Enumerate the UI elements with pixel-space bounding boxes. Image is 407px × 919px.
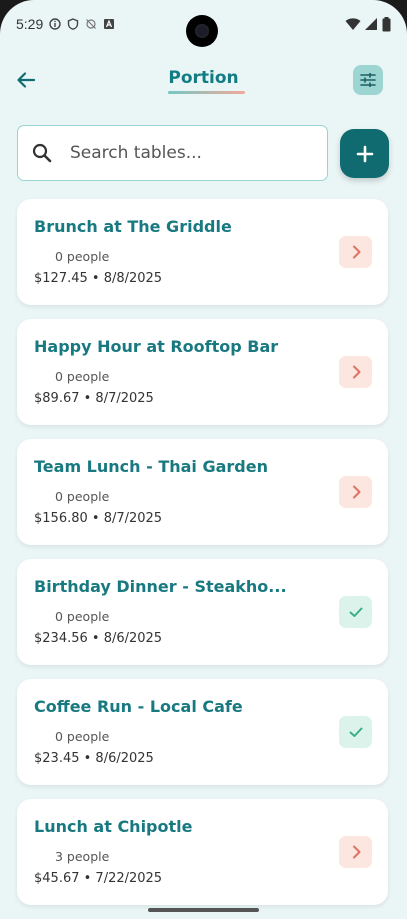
status-left: 5:29 bbox=[16, 16, 115, 32]
people-count: 0 people bbox=[55, 369, 110, 384]
table-amount-date: $234.56 • 8/6/2025 bbox=[34, 631, 163, 646]
table-amount-date: $89.67 • 8/7/2025 bbox=[34, 391, 154, 406]
table-card[interactable]: Team Lunch - Thai Garden 0 people $156.80 … bbox=[17, 439, 388, 545]
app-screen: 5:29 Portion Search tables... Brunch at … bbox=[0, 0, 407, 919]
settled-status-button[interactable] bbox=[339, 596, 372, 628]
app-header: Portion bbox=[0, 58, 407, 102]
info-icon bbox=[49, 18, 61, 30]
table-card[interactable]: Birthday Dinner - Steakho... 0 people $234… bbox=[17, 559, 388, 665]
chevron-right-icon bbox=[352, 245, 360, 259]
check-icon bbox=[349, 727, 362, 737]
plus-icon bbox=[356, 145, 373, 162]
sync-off-icon bbox=[86, 19, 97, 29]
sliders-icon bbox=[360, 73, 376, 87]
title-underline bbox=[168, 91, 245, 94]
table-amount-date: $45.67 • 7/22/2025 bbox=[34, 871, 163, 886]
table-amount-date: $127.45 • 8/8/2025 bbox=[34, 271, 163, 286]
settled-status-button[interactable] bbox=[339, 716, 372, 748]
people-count: 0 people bbox=[55, 249, 110, 264]
status-time: 5:29 bbox=[16, 16, 44, 32]
shield-icon bbox=[68, 18, 79, 30]
table-title: Birthday Dinner - Steakho... bbox=[34, 577, 287, 596]
home-indicator bbox=[148, 908, 259, 912]
battery-icon bbox=[382, 16, 391, 31]
table-card[interactable]: Happy Hour at Rooftop Bar 0 people $89.67 … bbox=[17, 319, 388, 425]
table-title: Happy Hour at Rooftop Bar bbox=[34, 337, 279, 356]
search-input[interactable] bbox=[70, 143, 300, 163]
table-list: Brunch at The Griddle 0 people $127.45 • 8… bbox=[17, 199, 388, 919]
table-card[interactable]: Brunch at The Griddle 0 people $127.45 • 8… bbox=[17, 199, 388, 305]
people-count: 0 people bbox=[55, 609, 110, 624]
page-title-text: Portion bbox=[168, 68, 239, 88]
table-title: Coffee Run - Local Cafe bbox=[34, 697, 243, 716]
people-count: 3 people bbox=[55, 849, 110, 864]
check-icon bbox=[349, 607, 362, 617]
open-table-button[interactable] bbox=[339, 476, 372, 508]
table-amount-date: $23.45 • 8/6/2025 bbox=[34, 751, 154, 766]
people-count: 0 people bbox=[55, 729, 110, 744]
chevron-right-icon bbox=[352, 845, 360, 859]
title-wrap: Portion bbox=[0, 68, 407, 94]
table-title: Brunch at The Griddle bbox=[34, 217, 232, 236]
search-icon bbox=[32, 143, 52, 163]
filter-button[interactable] bbox=[353, 65, 383, 95]
table-card[interactable]: Lunch at Chipotle 3 people $45.67 • 7/22/2… bbox=[17, 799, 388, 905]
status-right bbox=[345, 16, 391, 32]
table-title: Lunch at Chipotle bbox=[34, 817, 193, 836]
a-box-icon bbox=[104, 19, 115, 29]
chevron-right-icon bbox=[352, 485, 360, 499]
chevron-right-icon bbox=[352, 365, 360, 379]
signal-icon bbox=[365, 18, 377, 30]
wifi-icon bbox=[345, 18, 361, 30]
open-table-button[interactable] bbox=[339, 236, 372, 268]
search-box[interactable] bbox=[17, 125, 328, 181]
table-amount-date: $156.80 • 8/7/2025 bbox=[34, 511, 163, 526]
front-camera bbox=[186, 15, 218, 47]
add-table-button[interactable] bbox=[340, 129, 389, 178]
people-count: 0 people bbox=[55, 489, 110, 504]
open-table-button[interactable] bbox=[339, 356, 372, 388]
page-title: Portion bbox=[168, 68, 245, 94]
table-card[interactable]: Coffee Run - Local Cafe 0 people $23.45 • … bbox=[17, 679, 388, 785]
table-title: Team Lunch - Thai Garden bbox=[34, 457, 268, 476]
open-table-button[interactable] bbox=[339, 836, 372, 868]
